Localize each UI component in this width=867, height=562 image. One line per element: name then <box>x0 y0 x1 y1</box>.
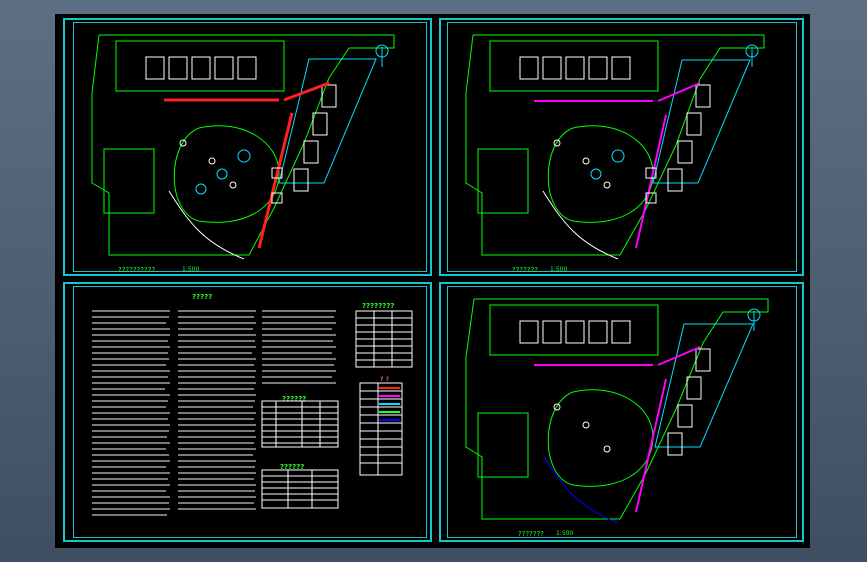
sheet-top-right-scale: 1:500 <box>550 266 568 273</box>
site-plan-top-right <box>465 34 765 260</box>
tree-icon <box>553 139 611 189</box>
sheet-bottom-left[interactable]: ????? ???????? ?????? ?????? ? ? <box>73 286 427 538</box>
sheet-top-left-title: ?????????? <box>118 266 156 274</box>
sheet-top-left[interactable]: ?????????? 1:500 <box>73 22 427 274</box>
specification-sheet <box>92 310 413 516</box>
sheet-bottom-right-scale: 1:500 <box>556 530 574 537</box>
site-plan-bottom-right <box>465 298 769 524</box>
tree-icon <box>179 139 237 189</box>
sheet-top-right[interactable]: ??????? 1:500 <box>447 22 797 274</box>
sheet-top-left-scale: 1:500 <box>182 266 200 273</box>
sheet-bottom-right-title: ??????? <box>518 530 545 538</box>
sheet-top-right-title: ??????? <box>512 266 539 274</box>
tree-icon <box>553 403 611 453</box>
site-plan-top-left <box>91 34 395 260</box>
sheet-bottom-right[interactable]: ??????? 1:500 <box>447 286 797 538</box>
drawing-viewport[interactable]: ?????????? 1:500 ??????? 1:500 ??????? 1… <box>55 14 810 548</box>
